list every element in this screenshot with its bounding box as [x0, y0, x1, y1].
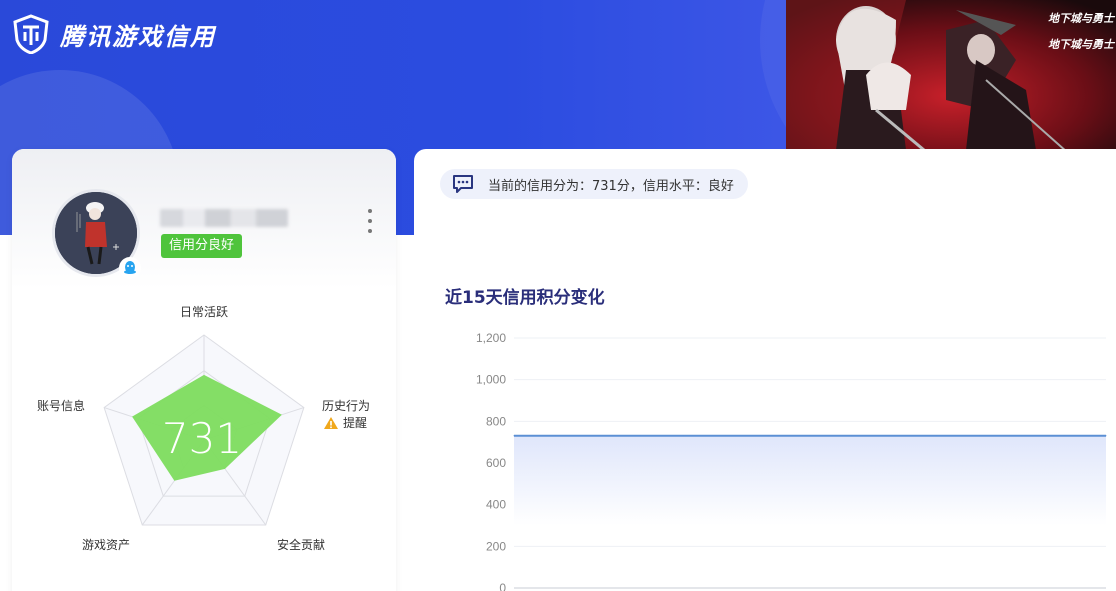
series-area — [514, 435, 1106, 526]
qq-platform-badge — [119, 257, 141, 279]
radar-label-account: 账号信息 — [37, 399, 86, 413]
history-warning[interactable]: 提醒 — [323, 414, 367, 431]
game-banner-art: 地下城与勇士 地下城与勇士 — [786, 0, 1116, 160]
profile-card: 信用分良好 日常活跃 历史行为 提醒 安全贡献 游戏资产 账号信息 731 — [12, 149, 396, 591]
radar-label-daily-activity: 日常活跃 — [180, 305, 229, 319]
y-tick-label: 0 — [499, 581, 506, 591]
message-icon — [453, 175, 473, 193]
warning-icon — [324, 416, 338, 429]
series-point — [894, 435, 896, 437]
radar-label-history: 历史行为 — [322, 399, 371, 413]
notice-text: 当前的信用分为：731分，信用水平：良好 — [488, 178, 734, 194]
app-title: 腾讯游戏信用 — [60, 22, 216, 51]
series-point — [1020, 435, 1022, 437]
game-logo-1: 地下城与勇士 — [1048, 12, 1116, 25]
series-point — [555, 435, 557, 437]
y-tick-label: 800 — [486, 414, 506, 428]
series-point — [1063, 435, 1065, 437]
series-point — [682, 435, 684, 437]
credit-status-badge: 信用分良好 — [161, 234, 243, 258]
app-logo[interactable]: 腾讯游戏信用 — [12, 14, 216, 54]
y-tick-label: 1,000 — [476, 373, 506, 387]
series-point — [936, 435, 938, 437]
warning-label: 提醒 — [343, 416, 368, 430]
radar-label-assets: 游戏资产 — [82, 538, 131, 552]
series-point — [598, 435, 600, 437]
y-tick-label: 600 — [486, 456, 506, 470]
radar-label-security: 安全贡献 — [277, 538, 326, 552]
series-point — [513, 435, 515, 437]
chart-title: 近15天信用积分变化 — [445, 288, 605, 308]
username-blurred — [160, 209, 288, 227]
y-tick-label: 400 — [486, 498, 506, 512]
y-tick-label: 200 — [486, 539, 506, 553]
more-vertical-icon[interactable] — [362, 209, 378, 233]
series-point — [767, 435, 769, 437]
credit-trend-chart: 1,200 1,000 800 600 400 200 0 — [476, 331, 1107, 591]
series-point — [851, 435, 853, 437]
credit-score: 731 — [161, 414, 243, 463]
series-point — [724, 435, 726, 437]
series-point — [1105, 435, 1107, 437]
y-tick-label: 1,200 — [476, 331, 506, 345]
qq-icon — [124, 261, 136, 274]
game-logo-2: 地下城与勇士 — [1048, 38, 1116, 51]
shield-logo-icon — [13, 14, 49, 54]
series-point — [640, 435, 642, 437]
credit-notice: 当前的信用分为：731分，信用水平：良好 — [440, 169, 748, 199]
series-point — [978, 435, 980, 437]
series-point — [809, 435, 811, 437]
game-banner[interactable]: 地下城与勇士 地下城与勇士 — [786, 0, 1116, 160]
